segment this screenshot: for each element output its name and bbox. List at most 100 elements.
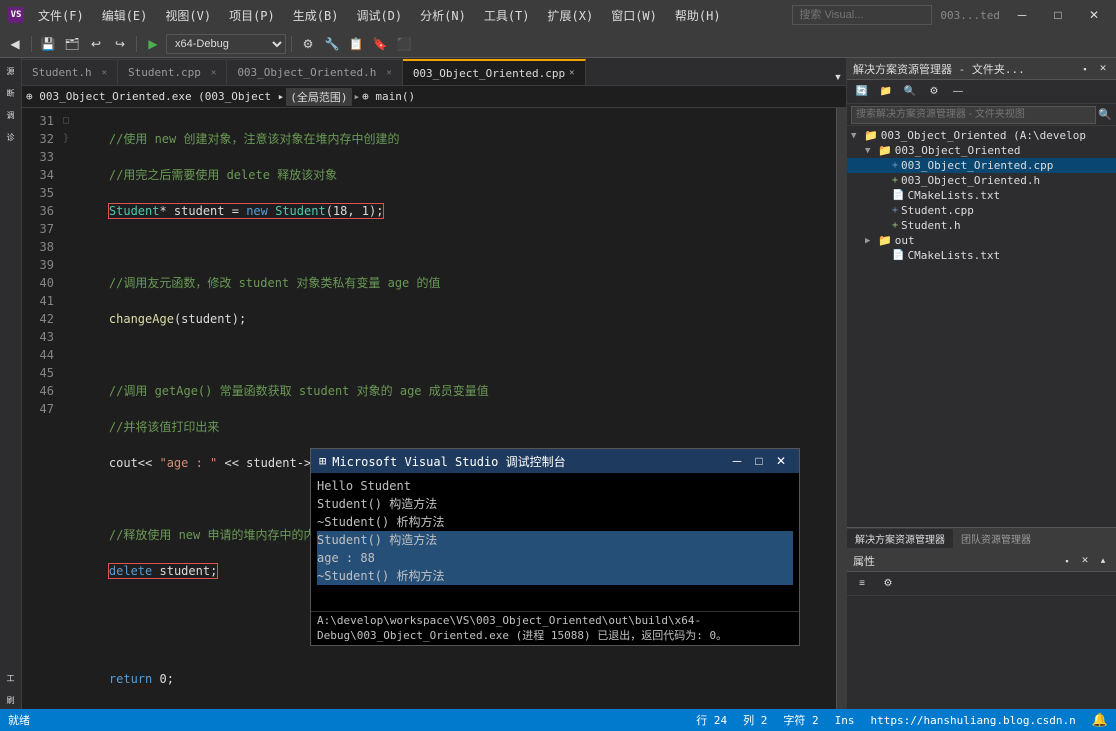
se-search-icon[interactable]: 🔍 [1098,108,1112,121]
console-titlebar: ⊞ Microsoft Visual Studio 调试控制台 ─ □ ✕ [311,449,799,473]
prop-close-button[interactable]: ✕ [1078,554,1092,568]
tab-student-cpp[interactable]: Student.cpp ✕ [118,59,227,85]
menu-tools[interactable]: 工具(T) [476,5,538,26]
se-toolbar: 🔄 📁 🔍 ⚙ — [847,80,1116,104]
undo-button[interactable]: ↩ [85,33,107,55]
save-all-button[interactable]: 🗂 [61,33,83,55]
menu-analyze[interactable]: 分析(N) [412,5,474,26]
tree-label: CMakeLists.txt [907,189,1000,202]
se-close-button[interactable]: ✕ [1096,62,1110,76]
back-button[interactable]: ◀ [4,33,26,55]
menu-bar: 文件(F) 编辑(E) 视图(V) 项目(P) 生成(B) 调试(D) 分析(N… [30,5,729,26]
sidebar-icon-5[interactable]: 工 [2,669,20,687]
code-line-36: changeAge(student); [80,310,828,328]
left-sidebar: 源 断 调 诊 工 刷 [0,58,22,709]
sidebar-icon-4[interactable]: 诊 [2,128,20,146]
minimize-button[interactable]: ─ [1008,5,1036,25]
menu-edit[interactable]: 编辑(E) [94,5,156,26]
se-tab-team[interactable]: 团队资源管理器 [953,529,1039,548]
menu-project[interactable]: 项目(P) [221,5,283,26]
sidebar-icon-1[interactable]: 源 [2,62,20,80]
tree-item-root[interactable]: ▼ 📁 003_Object_Oriented (A:\develop [847,128,1116,143]
tree-item-cmake2[interactable]: 📄 CMakeLists.txt [847,248,1116,263]
status-ins[interactable]: Ins [835,714,855,727]
toolbar-btn3[interactable]: 📋 [345,33,367,55]
prop-btn-1[interactable]: ≡ [851,573,873,595]
tree-item-cmake1[interactable]: 📄 CMakeLists.txt [847,188,1116,203]
menu-help[interactable]: 帮助(H) [667,5,729,26]
editor-scrollbar[interactable] [836,108,846,731]
code-line-31: //使用 new 创建对象，注意该对象在堆内存中创建的 [80,130,828,148]
tree-item-003-folder[interactable]: ▼ 📁 003_Object_Oriented [847,143,1116,158]
breadcrumb-scope[interactable]: (全局范围) [286,88,351,106]
se-btn-5[interactable]: — [947,81,969,103]
status-col[interactable]: 列 2 [743,712,767,728]
line-num-43: 43 [28,328,54,346]
sidebar-icon-2[interactable]: 断 [2,84,20,102]
fold-column: □ } [60,108,72,731]
chevron-down-icon: ▼ [865,146,875,156]
se-btn-3[interactable]: 🔍 [899,81,921,103]
toolbar-btn5[interactable]: ⬛ [393,33,415,55]
toolbar-separator3 [291,36,292,52]
tree-item-003-h[interactable]: + 003_Object_Oriented.h [847,173,1116,188]
menu-extensions[interactable]: 扩展(X) [540,5,602,26]
line-num-45: 45 [28,364,54,382]
toolbar-btn2[interactable]: 🔧 [321,33,343,55]
se-tab-solution[interactable]: 解决方案资源管理器 [847,529,953,548]
prop-btn-2[interactable]: ⚙ [877,573,899,595]
tab-003-h[interactable]: 003_Object_Oriented.h ✕ [227,59,403,85]
tab-label-active: 003_Object_Oriented.cpp [413,67,565,80]
tree-item-student-h[interactable]: + Student.h [847,218,1116,233]
code-line-37 [80,346,828,364]
notification-icon[interactable]: 🔔 [1092,713,1108,728]
tree-item-003-cpp[interactable]: + 003_Object_Oriented.cpp [847,158,1116,173]
sidebar-icon-6[interactable]: 刷 [2,691,20,709]
toolbar-separator [31,36,32,52]
config-selector[interactable]: x64-Debug [166,34,286,54]
se-title-text: 解决方案资源管理器 - 文件夹... [853,61,1025,77]
menu-debug[interactable]: 调试(D) [348,5,410,26]
menu-file[interactable]: 文件(F) [30,5,92,26]
prop-toolbar: ≡ ⚙ [847,572,1116,596]
console-minimize-button[interactable]: ─ [727,453,747,469]
tree-label: 003_Object_Oriented.cpp [901,159,1053,172]
line-num-41: 41 [28,292,54,310]
run-button[interactable]: ▶ [142,33,164,55]
tab-close-icon[interactable]: ✕ [569,68,574,78]
console-win-buttons: ─ □ ✕ [727,453,791,469]
chevron-right-icon: ▶ [865,236,875,246]
tree-item-student-cpp[interactable]: + Student.cpp [847,203,1116,218]
vs-logo: VS [8,7,24,23]
cmake-file-icon2: 📄 [892,250,904,261]
prop-pin-button[interactable]: ▪ [1060,554,1074,568]
menu-build[interactable]: 生成(B) [285,5,347,26]
sidebar-icon-3[interactable]: 调 [2,106,20,124]
status-row[interactable]: 行 24 [696,712,727,728]
tab-003-cpp[interactable]: 003_Object_Oriented.cpp ✕ [403,59,586,85]
menu-window[interactable]: 窗口(W) [603,5,665,26]
save-button[interactable]: 💾 [37,33,59,55]
se-btn-2[interactable]: 📁 [875,81,897,103]
toolbar-btn4[interactable]: 🔖 [369,33,391,55]
status-char: 字符 2 [783,712,818,728]
se-btn-4[interactable]: ⚙ [923,81,945,103]
redo-button[interactable]: ↪ [109,33,131,55]
line-num-31: 31 [28,112,54,130]
tree-item-out[interactable]: ▶ 📁 out [847,233,1116,248]
maximize-button[interactable]: □ [1044,5,1072,25]
search-input[interactable] [792,5,932,25]
se-pin-button[interactable]: ▪ [1078,62,1092,76]
prop-arrow-button[interactable]: ▴ [1096,554,1110,568]
se-btn-1[interactable]: 🔄 [851,81,873,103]
toolbar-btn1[interactable]: ⚙ [297,33,319,55]
tab-menu-button[interactable]: ▼ [830,69,846,85]
tab-student-h[interactable]: Student.h ✕ [22,59,118,85]
console-close-button[interactable]: ✕ [771,453,791,469]
console-maximize-button[interactable]: □ [749,453,769,469]
line-num-32: 32 [28,130,54,148]
menu-view[interactable]: 视图(V) [157,5,219,26]
close-button[interactable]: ✕ [1080,5,1108,25]
se-search-input[interactable] [851,106,1096,124]
breadcrumb-func[interactable]: ⊕ main() [362,90,415,103]
